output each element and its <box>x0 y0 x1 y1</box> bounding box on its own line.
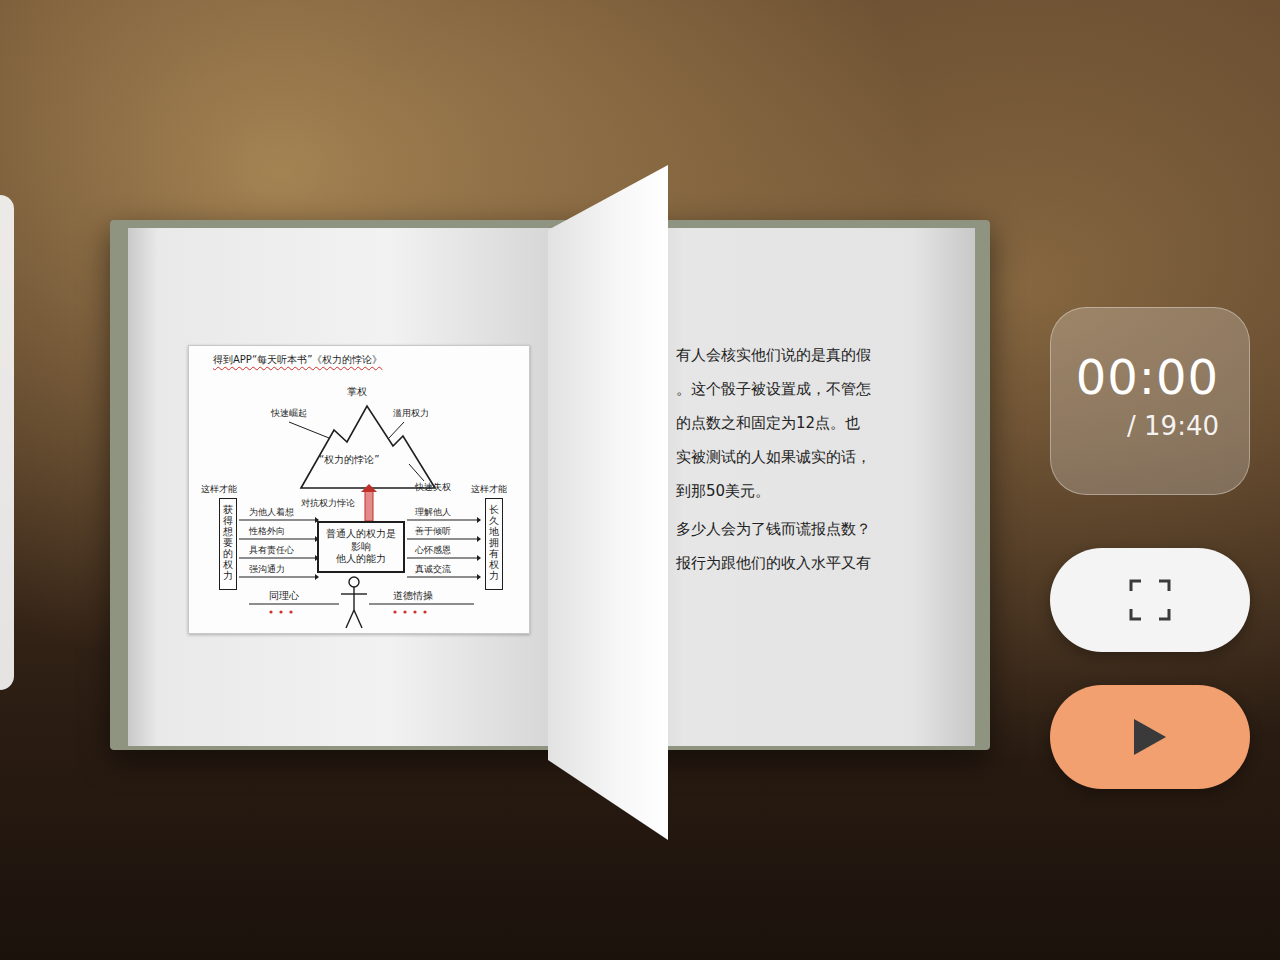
player-controls: 00:00 / 19:40 <box>1050 307 1250 789</box>
right-trait: 真诚交流 <box>415 564 451 574</box>
core-line: 影响 <box>351 541 371 554</box>
side-card[interactable] <box>0 195 14 690</box>
fall-label: 快速失权 <box>415 482 451 493</box>
turning-page[interactable] <box>540 160 680 850</box>
text-line: 。这个骰子被设置成，不管怎 <box>676 372 975 406</box>
left-box: 获得想要的权力 <box>219 498 237 590</box>
text-line: 到那50美元。 <box>676 474 975 508</box>
total-time: / 19:40 <box>1127 411 1219 441</box>
right-trait: 理解他人 <box>415 507 451 517</box>
rise-label: 快速崛起 <box>271 408 307 419</box>
left-trait: 具有责任心 <box>249 545 294 555</box>
fullscreen-icon <box>1127 577 1173 623</box>
book[interactable]: 得到APP“每天听本书”《权力的悖论》掌权快速崛起 滥用权力 “权力的悖论” 快速失权… <box>110 220 990 750</box>
right-trait: 善于倾听 <box>415 526 451 536</box>
left-box-text: 获得想要的权力 <box>223 504 233 589</box>
right-box: 长久地拥有权力 <box>485 498 503 590</box>
text-line: 的点数之和固定为12点。也 <box>676 406 975 440</box>
paragraph: 多少人会为了钱而谎报点数？报行为跟他们的收入水平又有 <box>676 512 975 580</box>
left-trait: 为他人着想 <box>249 507 294 517</box>
play-button[interactable] <box>1050 685 1250 789</box>
text-line: 多少人会为了钱而谎报点数？ <box>676 512 975 546</box>
play-icon <box>1132 717 1168 757</box>
core-line: 普通人的权力是 <box>326 528 396 541</box>
counter-label: 对抗权力悖论 <box>301 498 355 509</box>
right-heading: 这样才能 <box>471 484 507 494</box>
left-trait: 性格外向 <box>249 526 285 536</box>
time-card: 00:00 / 19:40 <box>1050 307 1250 495</box>
left-page: 得到APP“每天听本书”《权力的悖论》掌权快速崛起 滥用权力 “权力的悖论” 快速失权… <box>128 228 560 746</box>
right-box-text: 长久地拥有权力 <box>489 504 499 589</box>
paragraph: 有人会核实他们说的是真的假。这个骰子被设置成，不管怎的点数之和固定为12点。也实… <box>676 338 975 508</box>
figure-title: 得到APP“每天听本书”《权力的悖论》 <box>213 354 382 366</box>
core-box: 普通人的权力是影响他人的能力 <box>317 521 405 573</box>
morality-label: 道德情操 <box>393 590 433 602</box>
mountain-label: “权力的悖论” <box>319 454 379 466</box>
text-line: 报行为跟他们的收入水平又有 <box>676 546 975 580</box>
empathy-label: 同理心 <box>269 590 299 602</box>
mind-map-figure: 得到APP“每天听本书”《权力的悖论》掌权快速崛起 滥用权力 “权力的悖论” 快速失权… <box>188 345 530 634</box>
elapsed-time: 00:00 <box>1076 351 1219 404</box>
abuse-label: 滥用权力 <box>393 408 429 419</box>
text-line: 实被测试的人如果诚实的话， <box>676 440 975 474</box>
right-trait: 心怀感恩 <box>415 545 451 555</box>
left-heading: 这样才能 <box>201 484 237 494</box>
fullscreen-button[interactable] <box>1050 548 1250 652</box>
core-line: 他人的能力 <box>336 553 386 566</box>
reader-screen: 得到APP“每天听本书”《权力的悖论》掌权快速崛起 滥用权力 “权力的悖论” 快速失权… <box>0 0 1280 960</box>
left-trait: 强沟通力 <box>249 564 285 574</box>
text-line: 有人会核实他们说的是真的假 <box>676 338 975 372</box>
peak-label: 掌权 <box>347 386 367 398</box>
